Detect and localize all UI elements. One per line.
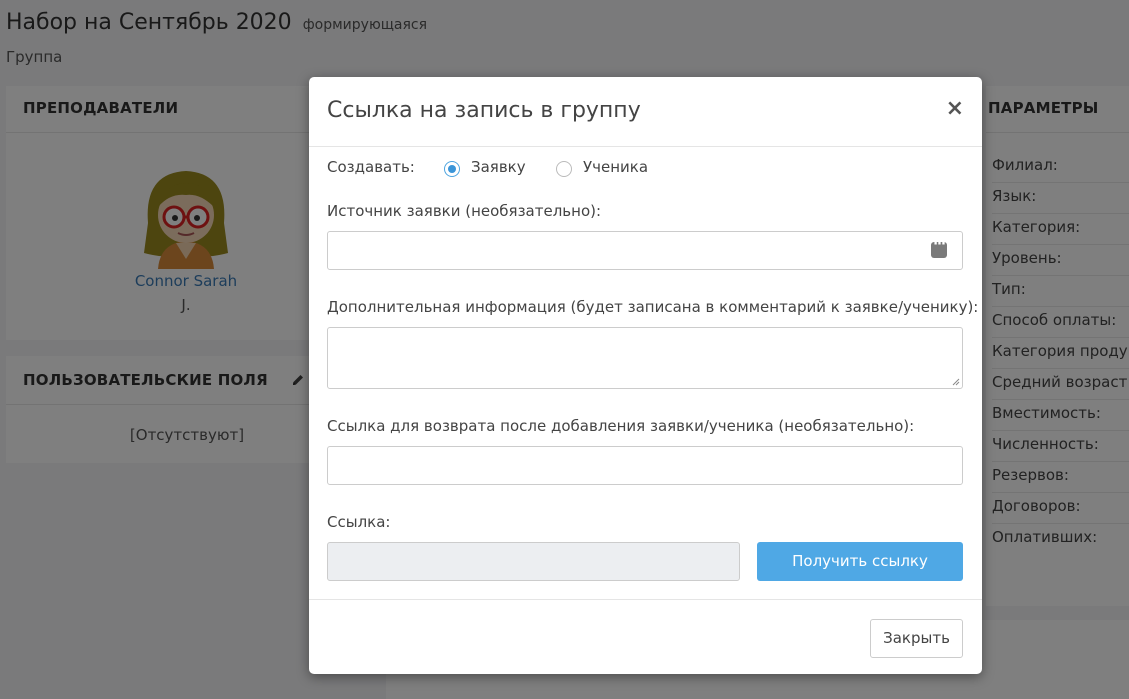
link-label: Ссылка:	[327, 513, 391, 531]
extra-info-textarea[interactable]	[327, 327, 963, 389]
modal-title: Ссылка на запись в группу	[327, 98, 641, 123]
signup-link-modal: Ссылка на запись в группу × Создавать: З…	[309, 77, 982, 674]
modal-header: Ссылка на запись в группу ×	[309, 77, 982, 147]
return-link-input[interactable]	[327, 446, 963, 485]
modal-footer: Закрыть	[309, 599, 982, 674]
close-button[interactable]: Закрыть	[870, 619, 963, 658]
radio-student-label[interactable]: Ученика	[583, 158, 648, 176]
extra-info-label: Дополнительная информация (будет записан…	[327, 298, 979, 316]
source-input[interactable]	[327, 231, 963, 270]
more-options-icon[interactable]	[931, 237, 947, 258]
radio-request[interactable]	[444, 161, 460, 177]
create-label: Создавать:	[327, 158, 415, 176]
resize-grip-icon[interactable]	[952, 378, 960, 386]
source-label: Источник заявки (необязательно):	[327, 202, 602, 220]
radio-student[interactable]	[556, 161, 572, 177]
return-link-label: Ссылка для возврата после добавления зая…	[327, 417, 915, 435]
get-link-button[interactable]: Получить ссылку	[757, 542, 963, 581]
close-icon[interactable]: ×	[946, 97, 964, 121]
radio-request-label[interactable]: Заявку	[471, 158, 526, 176]
link-output-field	[327, 542, 740, 581]
